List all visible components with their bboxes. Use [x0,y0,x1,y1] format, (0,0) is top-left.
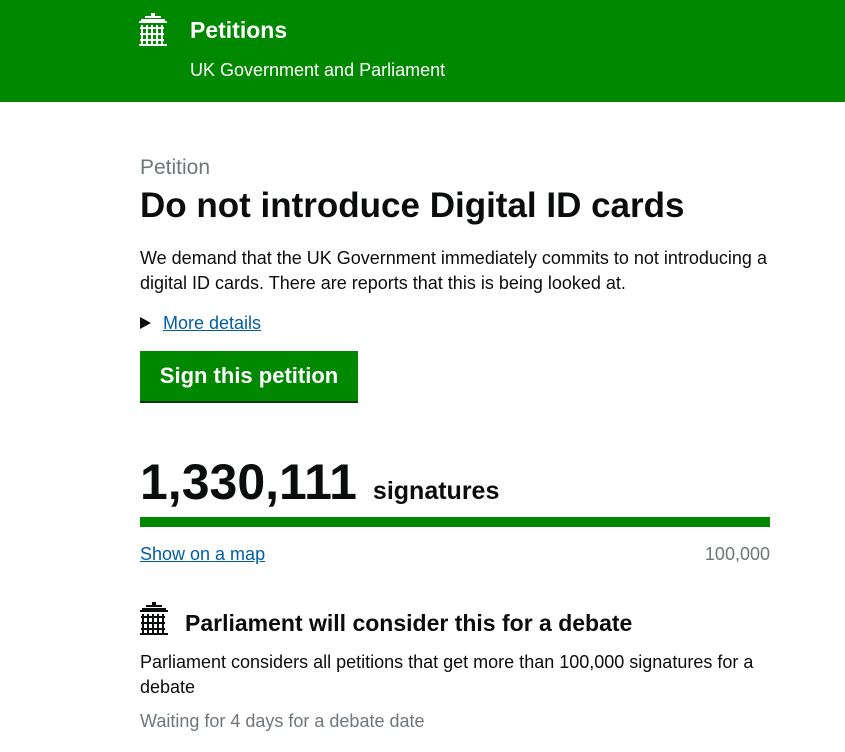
page-title: Do not introduce Digital ID cards [140,186,685,225]
more-details-toggle[interactable]: More details [140,311,261,335]
portcullis-icon[interactable] [139,13,167,46]
show-on-map-link[interactable]: Show on a map [140,542,265,566]
sign-petition-button[interactable]: Sign this petition [140,351,358,401]
signature-progress-fill [140,517,770,527]
triangle-right-icon [140,317,151,329]
debate-description: Parliament considers all petitions that … [140,652,754,697]
debate-status: Waiting for 4 days for a debate date [140,711,425,731]
signature-progress-bar [140,517,770,527]
site-header: Petitions UK Government and Parliament [0,0,845,102]
petition-description: We demand that the UK Government immedia… [140,248,767,293]
petition-kicker: Petition [140,156,211,179]
site-subtitle: UK Government and Parliament [190,60,446,80]
more-details-link[interactable]: More details [163,311,261,335]
signature-count: 1,330,111 [140,454,357,510]
site-title[interactable]: Petitions [190,15,287,45]
portcullis-icon [140,602,168,635]
signature-count-row: 1,330,111 signatures [140,452,499,512]
signature-count-label: signatures [372,477,500,505]
signature-threshold: 100,000 [704,544,770,564]
debate-heading: Parliament will consider this for a deba… [185,610,633,636]
